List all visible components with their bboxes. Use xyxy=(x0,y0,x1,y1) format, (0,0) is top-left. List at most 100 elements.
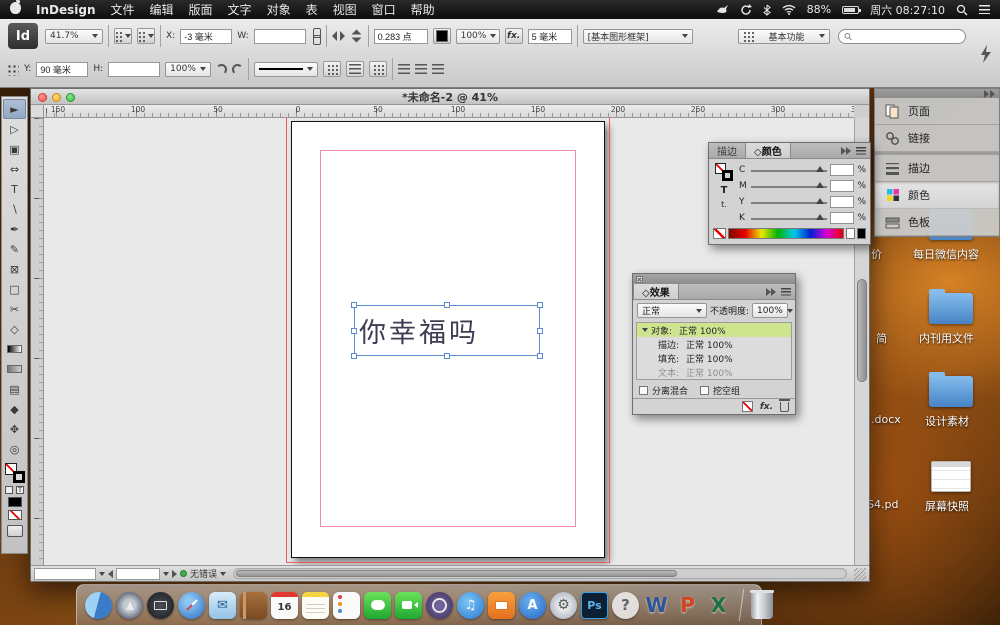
vertical-scrollbar-thumb[interactable] xyxy=(857,279,867,382)
panel-menu-icon[interactable] xyxy=(781,288,791,296)
frame-handle[interactable] xyxy=(537,353,543,359)
pencil-tool[interactable]: ✎ xyxy=(3,239,26,259)
notes-icon[interactable] xyxy=(302,592,329,619)
itunes-icon[interactable]: ♫ xyxy=(457,592,484,619)
dock-item-color[interactable]: 颜色 xyxy=(875,182,999,209)
window-titlebar[interactable]: *未命名-2 @ 41% xyxy=(31,89,869,105)
battery-icon[interactable] xyxy=(842,6,859,14)
target-row-text[interactable]: 文本: 正常 100% xyxy=(637,365,791,379)
rectangle-frame-tool[interactable]: ⊠ xyxy=(3,259,26,279)
white-swatch[interactable] xyxy=(846,228,855,239)
trash-icon[interactable] xyxy=(780,402,789,412)
tab-effects[interactable]: ◇效果 xyxy=(633,284,679,299)
tab-color[interactable]: ◇颜色 xyxy=(745,143,791,158)
type-tool[interactable]: T xyxy=(3,179,26,199)
drop-shadow-button[interactable] xyxy=(323,61,341,77)
system-preferences-icon[interactable]: ⚙ xyxy=(550,592,577,619)
isolate-blending-checkbox[interactable] xyxy=(639,386,648,395)
desktop-item-label[interactable]: 简 xyxy=(876,330,887,346)
collapse-panel-icon[interactable] xyxy=(766,288,776,296)
menu-help[interactable]: 帮助 xyxy=(411,1,435,18)
scissors-tool[interactable]: ✂ xyxy=(3,299,26,319)
ruler-origin-box[interactable] xyxy=(31,105,44,118)
photoshop-icon[interactable]: Ps xyxy=(581,592,608,619)
fill-stroke-proxy[interactable] xyxy=(715,163,733,181)
small-text-proxy-icon[interactable]: t. xyxy=(721,200,727,209)
stroke-color-button[interactable] xyxy=(433,28,451,44)
apple-menu-icon[interactable] xyxy=(10,2,21,17)
dropdown-arrow-icon[interactable] xyxy=(220,572,226,576)
app-menu-name[interactable]: InDesign xyxy=(36,3,96,17)
close-icon[interactable] xyxy=(636,276,643,283)
folder-label[interactable]: 屏幕快照 xyxy=(925,498,969,514)
vertical-ruler[interactable] xyxy=(31,118,44,565)
horizontal-scrollbar[interactable] xyxy=(233,568,847,579)
blend-mode-dropdown[interactable]: 正常 xyxy=(637,303,707,318)
dock-item-swatches[interactable]: 色板 xyxy=(875,209,999,236)
gradient-swatch-tool[interactable] xyxy=(3,339,26,359)
folder-icon[interactable] xyxy=(929,293,973,324)
target-row-object[interactable]: 对象: 正常 100% xyxy=(637,323,791,337)
stroke-weight-input[interactable] xyxy=(374,29,428,44)
align-right-button[interactable] xyxy=(432,64,444,74)
zoom-dropdown[interactable]: 41.7% xyxy=(45,29,103,44)
menu-window[interactable]: 窗口 xyxy=(372,1,396,18)
channel-slider[interactable] xyxy=(751,213,827,223)
window-resize-grip[interactable] xyxy=(854,568,866,580)
target-row-fill[interactable]: 填充: 正常 100% xyxy=(637,351,791,365)
rotate-cw-button[interactable] xyxy=(216,64,227,75)
formatting-container-icon[interactable] xyxy=(5,486,13,494)
text-frame-content[interactable]: 你幸福吗 xyxy=(359,311,479,350)
frame-handle[interactable] xyxy=(351,328,357,334)
preflight-status-text[interactable]: 无错误 xyxy=(190,567,217,580)
stroke-swatch-icon[interactable] xyxy=(13,471,25,483)
desktop-item-label[interactable]: .docx xyxy=(871,413,901,426)
reference-point-proxy[interactable] xyxy=(6,63,19,76)
contacts-icon[interactable] xyxy=(240,592,267,619)
gradient-feather-tool[interactable] xyxy=(3,359,26,379)
menu-object[interactable]: 对象 xyxy=(267,1,291,18)
scale-dropdown[interactable]: 100% xyxy=(165,62,211,77)
align-left-button[interactable] xyxy=(398,64,410,74)
channel-value-input[interactable] xyxy=(830,164,854,176)
dock-header[interactable] xyxy=(875,89,999,98)
folder-label[interactable]: 内刊用文件 xyxy=(919,330,974,346)
excel-icon[interactable]: X xyxy=(705,592,732,619)
frame-handle[interactable] xyxy=(444,302,450,308)
pen-tool[interactable]: ✒ xyxy=(3,219,26,239)
collapse-panel-icon[interactable] xyxy=(841,147,851,155)
free-transform-tool[interactable]: ◇ xyxy=(3,319,26,339)
spotlight-icon[interactable] xyxy=(956,4,968,16)
effects-button[interactable]: fx. xyxy=(505,28,523,44)
text-wrap-button[interactable] xyxy=(346,61,364,77)
menubar-clock[interactable]: 周六 08:27:10 xyxy=(870,2,945,18)
facetime-icon[interactable] xyxy=(395,592,422,619)
messages-icon[interactable] xyxy=(364,592,391,619)
menu-view[interactable]: 视图 xyxy=(333,1,357,18)
dock-item-stroke[interactable]: 描边 xyxy=(875,155,999,182)
launchpad-icon[interactable] xyxy=(116,592,143,619)
dropdown-arrow-icon[interactable] xyxy=(99,572,105,576)
powerpoint-icon[interactable]: P xyxy=(674,592,701,619)
previous-page-button[interactable] xyxy=(108,570,113,578)
flip-horizontal-button[interactable] xyxy=(332,31,345,41)
page-number-input[interactable] xyxy=(116,568,160,580)
desktop-item-label[interactable]: S4.pd xyxy=(867,498,898,511)
cs-live-icon[interactable] xyxy=(980,45,992,63)
channel-value-input[interactable] xyxy=(830,196,854,208)
folder-icon[interactable] xyxy=(929,376,973,407)
app-store-icon[interactable]: A xyxy=(519,592,546,619)
status-zoom-input[interactable] xyxy=(34,568,96,580)
trash-icon[interactable] xyxy=(751,592,773,619)
zoom-button[interactable] xyxy=(66,93,75,102)
search-input[interactable] xyxy=(855,31,960,41)
ibooks-icon[interactable] xyxy=(488,592,515,619)
object-style-dropdown[interactable]: [基本图形框架] xyxy=(583,29,693,44)
page[interactable]: 你幸福吗 xyxy=(291,121,605,558)
fx-icon[interactable]: fx. xyxy=(760,402,773,412)
expander-icon[interactable] xyxy=(642,328,648,332)
finder-icon[interactable] xyxy=(85,592,112,619)
view-options-button[interactable] xyxy=(114,28,132,44)
channel-slider[interactable] xyxy=(751,165,827,175)
safari-icon[interactable] xyxy=(178,592,205,619)
